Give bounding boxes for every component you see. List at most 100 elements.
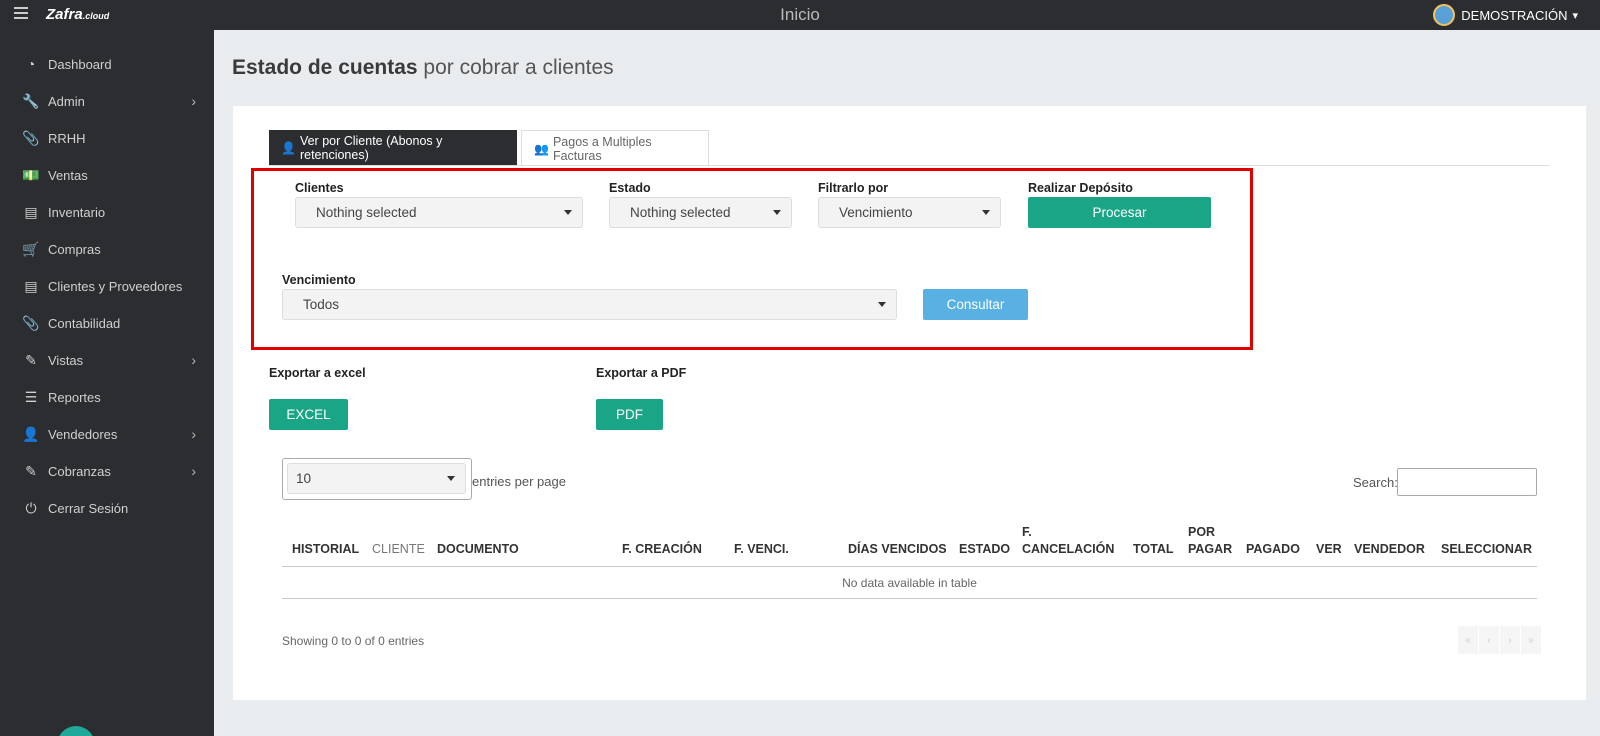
entries-per-page-select[interactable]: 10 <box>287 463 466 494</box>
column-header-line1 <box>622 524 702 541</box>
column-header-line1 <box>1316 524 1342 541</box>
column-header[interactable]: F. VENCI. <box>734 524 789 558</box>
sidebar-item-cerrar-sesi-n[interactable]: ⏻ Cerrar Sesión <box>0 494 214 522</box>
column-header[interactable]: POR PAGAR <box>1188 524 1232 558</box>
pdf-button[interactable]: PDF <box>596 399 663 430</box>
column-header[interactable]: VER <box>1316 524 1342 558</box>
user-icon: 👤 <box>22 425 40 442</box>
showing-entries-text: Showing 0 to 0 of 0 entries <box>282 634 425 648</box>
column-header-line1 <box>437 524 519 541</box>
users-icon: 👥 <box>534 141 549 156</box>
column-header[interactable]: CLIENTE <box>372 524 425 558</box>
user-menu[interactable]: DEMOSTRACIÓN ▾ <box>1433 4 1578 26</box>
money-icon: 💵 <box>22 166 40 183</box>
sidebar-item-label: Vendedores <box>48 426 118 442</box>
column-header[interactable]: ESTADO <box>959 524 1010 558</box>
column-header-line1: POR <box>1188 525 1216 539</box>
column-header-line2: CANCELACIÓN <box>1022 542 1115 556</box>
sidebar-item-label: Reportes <box>48 389 101 405</box>
column-header-line1 <box>734 524 789 541</box>
tab-label: Ver por Cliente (Abonos y retenciones) <box>299 134 443 162</box>
clientes-label: Clientes <box>295 181 344 195</box>
sidebar-item-clientes-y-proveedores[interactable]: ▤ Clientes y Proveedores <box>0 272 214 300</box>
tab-ver-por-cliente[interactable]: 👤 Ver por Cliente (Abonos y retenciones) <box>269 130 517 166</box>
page-title-rest: por cobrar a clientes <box>423 56 614 79</box>
consultar-button[interactable]: Consultar <box>923 289 1028 320</box>
sidebar-item-label: Compras <box>48 241 101 257</box>
pager-button[interactable]: › <box>1500 626 1520 654</box>
estado-label: Estado <box>609 181 651 195</box>
logo[interactable]: Zafra.cloud <box>46 6 109 23</box>
column-header-line1 <box>1441 524 1532 541</box>
pager-button[interactable]: « <box>1458 626 1478 654</box>
column-header[interactable]: F. CANCELACIÓN <box>1022 524 1114 558</box>
sidebar-item-cobranzas[interactable]: ✎ Cobranzas › <box>0 457 214 485</box>
sidebar-item-label: Ventas <box>48 167 88 183</box>
column-header[interactable]: DOCUMENTO <box>437 524 519 558</box>
sidebar-item-label: RRHH <box>48 130 86 146</box>
vencimiento-value: Todos <box>303 297 340 312</box>
sidebar-item-admin[interactable]: 🔧 Admin › <box>0 87 214 115</box>
sidebar-item-compras[interactable]: 🛒 Compras <box>0 235 214 263</box>
filter-highlight-box <box>251 168 1253 350</box>
pager-button[interactable]: » <box>1521 626 1541 654</box>
caret-down-icon <box>982 210 990 215</box>
chat-bubble-icon[interactable] <box>57 726 95 736</box>
logo-text: Zafra <box>46 6 83 23</box>
sidebar-item-rrhh[interactable]: 📎 RRHH <box>0 124 214 152</box>
vencimiento-select[interactable]: Todos <box>282 289 897 320</box>
sidebar-item-vistas[interactable]: ✎ Vistas › <box>0 346 214 374</box>
column-header-line2: VENDEDOR <box>1354 542 1425 556</box>
chevron-right-icon: › <box>191 463 196 479</box>
wrench-icon: 🔧 <box>22 92 40 109</box>
sidebar-item-label: Vistas <box>48 352 84 368</box>
user-name: DEMOSTRACIÓN <box>1461 7 1568 23</box>
caret-down-icon <box>564 210 572 215</box>
column-header[interactable]: SELECCIONAR <box>1441 524 1532 558</box>
column-header-line1 <box>292 524 359 541</box>
list-icon: ☰ <box>24 388 38 405</box>
sidebar-item-inventario[interactable]: ▤ Inventario <box>0 198 214 226</box>
column-header[interactable]: DÍAS VENCIDOS <box>848 524 947 558</box>
column-header[interactable]: PAGADO <box>1246 524 1300 558</box>
clientes-select[interactable]: Nothing selected <box>295 197 583 228</box>
sidebar-item-label: Cobranzas <box>48 463 111 479</box>
book-icon: ▤ <box>24 277 38 294</box>
empty-table-message: No data available in table <box>842 576 977 590</box>
estado-select[interactable]: Nothing selected <box>609 197 792 228</box>
page-title-bold: Estado de cuentas <box>232 56 418 79</box>
pager-button[interactable]: ‹ <box>1479 626 1499 654</box>
page-size-value: 10 <box>296 471 312 486</box>
column-header-line2: DOCUMENTO <box>437 542 519 556</box>
filtrar-select[interactable]: Vencimiento <box>818 197 1001 228</box>
column-header[interactable]: HISTORIAL <box>292 524 359 558</box>
deposito-label: Realizar Depósito <box>1028 181 1133 195</box>
column-header-line1 <box>959 524 1010 541</box>
table-body-divider <box>282 598 1537 599</box>
sidebar-item-reportes[interactable]: ☰ Reportes <box>0 383 214 411</box>
page-header: Inicio <box>780 5 820 24</box>
excel-button[interactable]: EXCEL <box>269 399 348 430</box>
sidebar-item-vendedores[interactable]: 👤 Vendedores › <box>0 420 214 448</box>
clientes-value: Nothing selected <box>316 205 417 220</box>
export-pdf-label: Exportar a PDF <box>596 366 687 380</box>
chevron-down-icon: ▾ <box>1572 9 1578 22</box>
sidebar-item-dashboard[interactable]: ◔ Dashboard <box>0 50 214 78</box>
tab-pagos-multiples[interactable]: 👥 Pagos a Multiples Facturas <box>521 130 709 166</box>
table-header-divider <box>282 566 1537 567</box>
column-header-line2: PAGADO <box>1246 542 1300 556</box>
search-input[interactable] <box>1397 468 1537 496</box>
column-header-line2: HISTORIAL <box>292 542 360 556</box>
column-header[interactable]: TOTAL <box>1133 524 1174 558</box>
column-header[interactable]: VENDEDOR <box>1354 524 1425 558</box>
column-header-line1 <box>372 524 425 541</box>
column-header-line2: CLIENTE <box>372 542 425 556</box>
column-header[interactable]: F. CREACIÓN <box>622 524 702 558</box>
column-header-line2: ESTADO <box>959 542 1011 556</box>
sidebar-item-contabilidad[interactable]: 📎 Contabilidad <box>0 309 214 337</box>
menu-toggle-icon[interactable] <box>14 7 28 21</box>
caret-down-icon <box>878 302 886 307</box>
cart-icon: 🛒 <box>22 240 40 257</box>
procesar-button[interactable]: Procesar <box>1028 197 1211 228</box>
sidebar-item-ventas[interactable]: 💵 Ventas <box>0 161 214 189</box>
